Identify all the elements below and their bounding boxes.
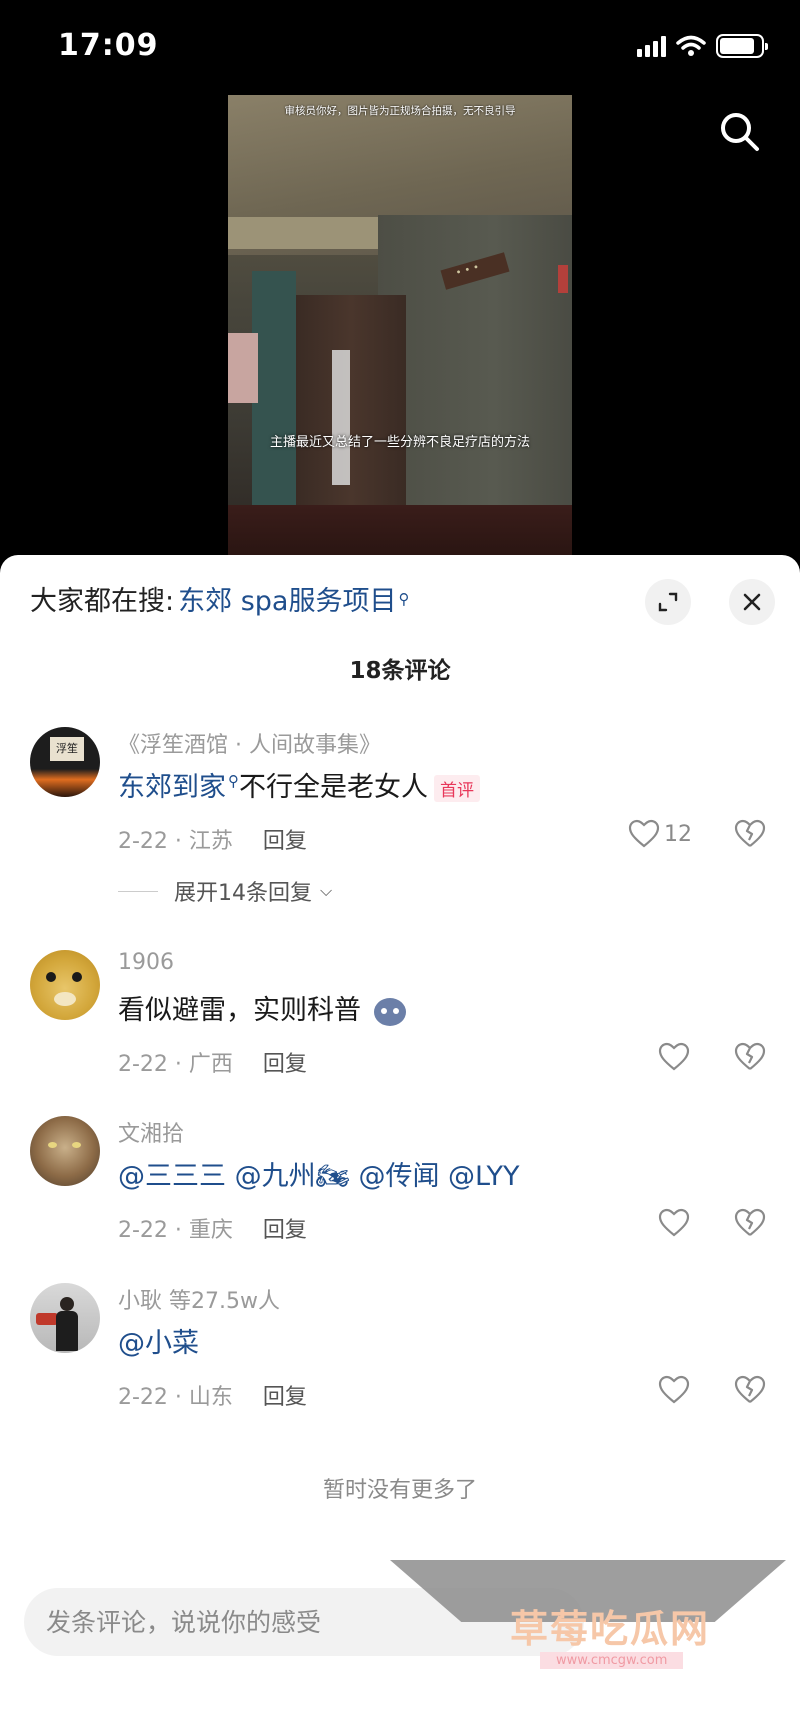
comment-date-location: 2-22 · 重庆 [118,1218,233,1243]
video-pixel-block [228,333,258,403]
comment-meta: 2-22 · 广西 回复 [118,1046,307,1078]
cat-emoji-icon [373,997,406,1026]
comment-search-link[interactable]: 东郊到家 [118,772,226,803]
comment-mentions[interactable]: @三三三 @九州🏍 @传闻 @LYY [118,1161,519,1192]
like-button[interactable] [658,1208,690,1238]
comment-date-location: 2-22 · 山东 [118,1385,233,1410]
battery-icon [716,34,768,58]
comment-body: 不行全是老女人 [239,772,428,803]
video-top-caption: 审核员你好，图片皆为正规场合拍摄，无不良引导 [284,105,516,117]
dislike-button[interactable] [734,1042,766,1076]
expand-icon [658,592,678,612]
suggestion-link[interactable]: 东郊 spa服务项目 [178,579,396,618]
like-button[interactable] [658,1042,690,1072]
broken-heart-icon [734,819,766,847]
comment-date-location: 2-22 · 江苏 [118,829,233,854]
broken-heart-icon [734,1208,766,1236]
dislike-button[interactable] [734,1208,766,1242]
video-red-mark [558,265,568,293]
broken-heart-icon [734,1375,766,1403]
avatar[interactable] [30,1116,100,1186]
heart-icon [658,1208,690,1237]
expand-button[interactable] [645,579,691,625]
comment-text: 看似避雷，实则科普 [118,988,406,1027]
video-mosaic [332,350,350,485]
watermark-url: www.cmcgw.com [540,1652,684,1669]
status-time: 17:09 [58,28,159,63]
comment-username[interactable]: 1906 [118,950,174,975]
comment-text: @小菜 [118,1321,199,1360]
comment-username[interactable]: 《浮笙酒馆 · 人间故事集》 [118,727,381,759]
heart-icon [658,1042,690,1071]
reply-button[interactable]: 回复 [263,1385,307,1410]
status-bar: 17:09 [0,0,800,96]
video-ceiling-trim [228,217,378,249]
suggestion-search-icon: ⚲ [398,589,410,608]
status-icons [637,34,768,58]
broken-heart-icon [734,1042,766,1070]
dislike-button[interactable] [734,819,766,853]
chevron-down-icon: ⌵ [320,881,333,900]
expand-replies-label: 展开14条回复 [174,881,312,906]
reply-button[interactable]: 回复 [263,829,307,854]
comment-meta: 2-22 · 重庆 回复 [118,1212,307,1244]
close-button[interactable] [729,579,775,625]
like-button[interactable] [658,1375,690,1405]
watermark: 草莓吃瓜网 www.cmcgw.com [390,1560,786,1680]
video-floor [228,505,572,555]
search-icon [721,113,759,151]
comment-text: 东郊到家 ⚲不行全是老女人 首评 [118,765,480,804]
battery-level [720,38,754,54]
suggestion-prefix: 大家都在搜: [30,586,175,617]
dislike-button[interactable] [734,1375,766,1409]
like-count: 12 [664,821,692,847]
divider-line [118,890,158,892]
like-button[interactable]: 12 [628,819,692,849]
end-of-list-note: 暂时没有更多了 [322,1478,477,1503]
comment-date-location: 2-22 · 广西 [118,1052,233,1077]
comment-mentions[interactable]: @小菜 [118,1328,199,1359]
avatar[interactable] [30,1283,100,1353]
search-button[interactable] [718,110,762,154]
wifi-icon [676,35,706,56]
heart-icon [658,1375,690,1404]
first-comment-badge: 首评 [434,775,480,802]
watermark-title: 草莓吃瓜网 [510,1607,711,1651]
close-icon [743,593,761,611]
avatar[interactable]: 浮笙 [30,727,100,797]
comment-count: 18条评论 [349,658,451,684]
video-subtitle: 主播最近又总结了一些分辨不良足疗店的方法 [269,435,530,450]
comment-meta: 2-22 · 江苏 回复 [118,823,307,855]
comment-username[interactable]: 小耿 等27.5w人 [118,1283,280,1315]
comment-text: @三三三 @九州🏍 @传闻 @LYY [118,1154,519,1193]
reply-button[interactable]: 回复 [263,1052,307,1077]
video-player[interactable]: 审核员你好，图片皆为正规场合拍摄，无不良引导 主播最近又总结了一些分辨不良足疗店… [228,95,572,555]
search-suggestion[interactable]: 大家都在搜: 东郊 spa服务项目 ⚲ [30,579,409,618]
cellular-signal-icon [637,35,666,57]
comment-sheet: 大家都在搜: 东郊 spa服务项目 ⚲ 18条评论 浮笙 《浮笙酒馆 · 人间故… [0,555,800,1733]
comment-username[interactable]: 文湘拾 [118,1116,184,1148]
comment-body: 看似避雷，实则科普 [118,995,361,1026]
comment-search-link-icon: ⚲ [228,772,239,790]
avatar[interactable] [30,950,100,1020]
heart-icon [628,819,660,848]
reply-button[interactable]: 回复 [263,1218,307,1243]
comment-meta: 2-22 · 山东 回复 [118,1379,307,1411]
expand-replies-button[interactable]: 展开14条回复 ⌵ [118,875,332,907]
